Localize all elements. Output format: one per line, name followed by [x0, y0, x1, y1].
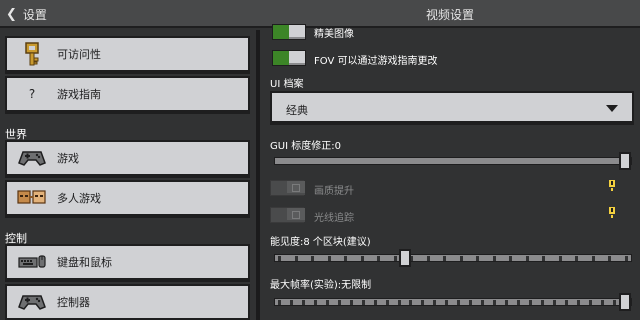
slider-tick [576, 300, 580, 305]
question-icon: ? [28, 87, 36, 101]
slider-tick [344, 256, 348, 261]
slider-tick [608, 256, 612, 261]
upscaling-label: 画质提升 [314, 186, 354, 197]
slider-tick [505, 300, 509, 305]
sidebar-item-controller[interactable]: 控制器 [5, 284, 250, 320]
slider-tick [327, 256, 331, 261]
fancy-graphics-toggle[interactable] [272, 24, 306, 40]
slider-tick [337, 300, 341, 305]
slider-tick [360, 256, 364, 261]
slider-tick [301, 300, 305, 305]
slider-tick [397, 300, 401, 305]
back-label: 设置 [22, 7, 47, 22]
slider-tick [289, 300, 293, 305]
slider-tick [624, 256, 628, 261]
slider-handle[interactable] [398, 249, 411, 267]
fov-toggle[interactable] [272, 50, 306, 66]
upscaling-toggle[interactable] [270, 180, 305, 196]
chevron-down-icon [606, 105, 618, 112]
sidebar-item-multiplayer[interactable]: 多人游戏 [5, 180, 250, 218]
slider-tick [542, 256, 546, 261]
slider-tick [575, 256, 579, 261]
slider-tick [612, 300, 616, 305]
gui-scale-slider[interactable] [274, 152, 632, 170]
slider-tick [588, 300, 592, 305]
top-bar: ❮ 设置 视频设置 [0, 0, 640, 28]
sidebar-item-label: 控制器 [57, 296, 90, 309]
render-distance-slider[interactable] [274, 249, 632, 267]
slider-tick [509, 256, 513, 261]
sidebar-item-label: 游戏指南 [57, 88, 101, 101]
sidebar-item-label: 键盘和鼠标 [57, 256, 112, 269]
sidebar-item-label: 游戏 [57, 152, 79, 165]
ui-profile-label: UI 档案 [270, 79, 304, 90]
slider-tick [529, 300, 533, 305]
slider-tick [313, 300, 317, 305]
page-title: 视频设置 [425, 8, 474, 22]
slider-tick [558, 256, 562, 261]
slider-tick [540, 300, 544, 305]
slider-tick [361, 300, 365, 305]
slider-tick [373, 300, 377, 305]
slider-tick [600, 300, 604, 305]
multiplayer-icon [17, 185, 47, 211]
slider-tick [294, 256, 298, 261]
sidebar-item-label: 可访问性 [57, 48, 101, 61]
slider-tick [481, 300, 485, 305]
ui-profile-value: 经典 [286, 104, 308, 117]
sidebar-item-label: 多人游戏 [57, 192, 101, 205]
slider-handle[interactable] [619, 293, 631, 311]
slider-tick [325, 300, 329, 305]
slider-tick [385, 300, 389, 305]
ray-tracing-toggle[interactable] [270, 207, 305, 223]
slider-tick [552, 300, 556, 305]
slider-tick [311, 256, 315, 261]
keyboard-mouse-icon [17, 249, 47, 275]
fancy-graphics-label: 精美图像 [314, 29, 354, 40]
slider-tick [377, 256, 381, 261]
slider-tick [421, 300, 425, 305]
settings-sidebar: 可访问性 ? 游戏指南 世界 游戏 多人游戏 控制 键盘和鼠标 控制器 [0, 30, 256, 320]
slider-tick [476, 256, 480, 261]
info-icon[interactable] [608, 180, 616, 192]
slider-tick [457, 300, 461, 305]
slider-tick [278, 300, 281, 305]
slider-handle[interactable] [619, 152, 631, 170]
info-icon[interactable] [608, 207, 616, 219]
gui-scale-label: GUI 标度修正:0 [270, 141, 341, 152]
controller-icon [17, 289, 47, 315]
sidebar-item-accessibility[interactable]: 可访问性 [5, 36, 250, 74]
slider-tick [433, 300, 437, 305]
slider-tick [525, 256, 529, 261]
slider-tick [393, 256, 397, 261]
video-settings-panel: 精美图像 FOV 可以通过游戏指南更改 UI 档案 经典 GUI 标度修正:0 … [260, 24, 640, 320]
sidebar-item-keyboard-mouse[interactable]: 键盘和鼠标 [5, 244, 250, 282]
max-framerate-slider[interactable] [274, 293, 632, 311]
max-framerate-label: 最大帧率(实验):无限制 [270, 280, 372, 291]
slider-tick [517, 300, 521, 305]
slider-tick [492, 256, 496, 261]
slider-tick [591, 256, 595, 261]
back-button[interactable]: ❮ 设置 [6, 4, 47, 24]
fov-label: FOV 可以通过游戏指南更改 [314, 56, 438, 67]
ui-profile-dropdown[interactable]: 经典 [270, 91, 634, 125]
slider-tick [278, 256, 281, 261]
slider-tick [349, 300, 353, 305]
slider-tick [493, 300, 497, 305]
slider-tick [445, 300, 449, 305]
ray-tracing-label: 光线追踪 [314, 213, 354, 224]
slider-tick [443, 256, 447, 261]
slider-tick [469, 300, 473, 305]
chevron-left-icon: ❮ [6, 6, 17, 22]
slider-tick [564, 300, 568, 305]
sidebar-item-game[interactable]: 游戏 [5, 140, 250, 178]
slider-tick [426, 256, 430, 261]
slider-tick [409, 300, 413, 305]
controller-icon [17, 145, 47, 171]
key-icon [17, 41, 47, 67]
render-distance-label: 能见度:8 个区块(建议) [270, 237, 371, 248]
sidebar-item-how-to-play[interactable]: ? 游戏指南 [5, 76, 250, 114]
slider-tick [459, 256, 463, 261]
